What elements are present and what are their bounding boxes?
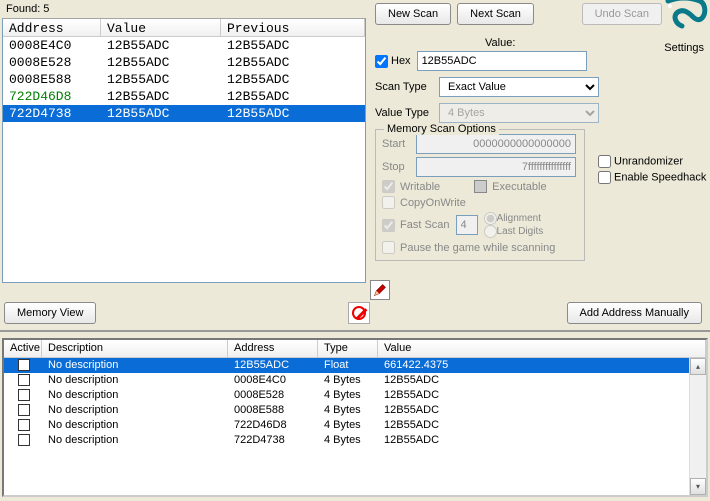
copyonwrite-label: CopyOnWrite xyxy=(400,197,466,209)
vertical-scrollbar[interactable]: ▴ ▾ xyxy=(689,358,706,495)
results-row[interactable]: 722D473812B55ADC12B55ADC xyxy=(3,105,365,122)
alignment-label: Alignment xyxy=(497,213,541,224)
col-header-active[interactable]: Active xyxy=(4,340,42,357)
list-row[interactable]: No description722D46D84 Bytes12B55ADC xyxy=(4,418,706,433)
address-list-table[interactable]: Active Description Address Type Value No… xyxy=(2,338,708,497)
col-header-type[interactable]: Type xyxy=(318,340,378,357)
list-row[interactable]: No description0008E5284 Bytes12B55ADC xyxy=(4,388,706,403)
scan-results-table[interactable]: Address Value Previous 0008E4C012B55ADC1… xyxy=(2,18,366,283)
list-row[interactable]: No description722D47384 Bytes12B55ADC xyxy=(4,433,706,448)
col-header-address-bottom[interactable]: Address xyxy=(228,340,318,357)
executable-checkbox[interactable] xyxy=(474,180,487,193)
value-input[interactable] xyxy=(417,51,587,71)
fast-scan-checkbox[interactable] xyxy=(382,219,395,232)
results-row[interactable]: 0008E52812B55ADC12B55ADC xyxy=(3,54,365,71)
results-row[interactable]: 0008E4C012B55ADC12B55ADC xyxy=(3,37,365,54)
value-type-select[interactable]: 4 Bytes xyxy=(439,103,599,123)
scroll-down-icon[interactable]: ▾ xyxy=(690,478,706,495)
scan-type-label: Scan Type xyxy=(375,81,439,93)
stop-address-input[interactable] xyxy=(416,157,576,177)
fast-scan-value-input[interactable] xyxy=(456,215,478,235)
new-scan-button[interactable]: New Scan xyxy=(375,3,451,25)
next-scan-button[interactable]: Next Scan xyxy=(457,3,534,25)
undo-scan-button[interactable]: Undo Scan xyxy=(582,3,662,25)
freeze-checkbox[interactable] xyxy=(18,419,30,431)
last-digits-label: Last Digits xyxy=(497,226,544,237)
hex-checkbox[interactable] xyxy=(375,55,388,68)
last-digits-radio[interactable] xyxy=(484,225,497,238)
memory-scan-options-group: Memory Scan Options Start Stop Writable … xyxy=(375,129,585,261)
scroll-up-icon[interactable]: ▴ xyxy=(690,358,706,375)
stop-label: Stop xyxy=(382,161,416,173)
col-header-value-bottom[interactable]: Value xyxy=(378,340,706,357)
alignment-radio[interactable] xyxy=(484,212,497,225)
col-header-address[interactable]: Address xyxy=(3,19,101,36)
list-row[interactable]: No description12B55ADCFloat661422.4375 xyxy=(4,358,706,373)
unrandomizer-checkbox[interactable] xyxy=(598,155,611,168)
memory-view-button[interactable]: Memory View xyxy=(4,302,96,324)
start-address-input[interactable] xyxy=(416,134,576,154)
found-count-label: Found: 5 xyxy=(6,3,49,15)
list-row[interactable]: No description0008E4C04 Bytes12B55ADC xyxy=(4,373,706,388)
start-label: Start xyxy=(382,138,416,150)
speedhack-checkbox[interactable] xyxy=(598,171,611,184)
col-header-previous[interactable]: Previous xyxy=(221,19,365,36)
col-header-description[interactable]: Description xyxy=(42,340,228,357)
executable-label: Executable xyxy=(492,181,546,193)
add-address-manually-button[interactable]: Add Address Manually xyxy=(567,302,702,324)
freeze-checkbox[interactable] xyxy=(18,404,30,416)
value-type-label: Value Type xyxy=(375,107,439,119)
copyonwrite-checkbox[interactable] xyxy=(382,196,395,209)
results-row[interactable]: 0008E58812B55ADC12B55ADC xyxy=(3,71,365,88)
memory-options-legend: Memory Scan Options xyxy=(384,123,499,135)
unrandomizer-label: Unrandomizer xyxy=(614,155,683,167)
hex-label: Hex xyxy=(391,55,411,67)
freeze-checkbox[interactable] xyxy=(18,389,30,401)
fast-scan-label: Fast Scan xyxy=(400,219,450,231)
speedhack-label: Enable Speedhack xyxy=(614,171,706,183)
col-header-value[interactable]: Value xyxy=(101,19,221,36)
pencil-icon[interactable] xyxy=(370,280,390,300)
writable-checkbox[interactable] xyxy=(382,180,395,193)
writable-label: Writable xyxy=(400,181,440,193)
pause-scanning-checkbox[interactable] xyxy=(382,241,395,254)
pause-scanning-label: Pause the game while scanning xyxy=(400,242,555,254)
clear-list-icon[interactable] xyxy=(348,302,370,324)
value-label: Value: xyxy=(485,37,515,49)
freeze-checkbox[interactable] xyxy=(18,434,30,446)
freeze-checkbox[interactable] xyxy=(18,374,30,386)
results-row[interactable]: 722D46D812B55ADC12B55ADC xyxy=(3,88,365,105)
freeze-checkbox[interactable] xyxy=(18,359,30,371)
scan-type-select[interactable]: Exact Value xyxy=(439,77,599,97)
list-row[interactable]: No description0008E5884 Bytes12B55ADC xyxy=(4,403,706,418)
